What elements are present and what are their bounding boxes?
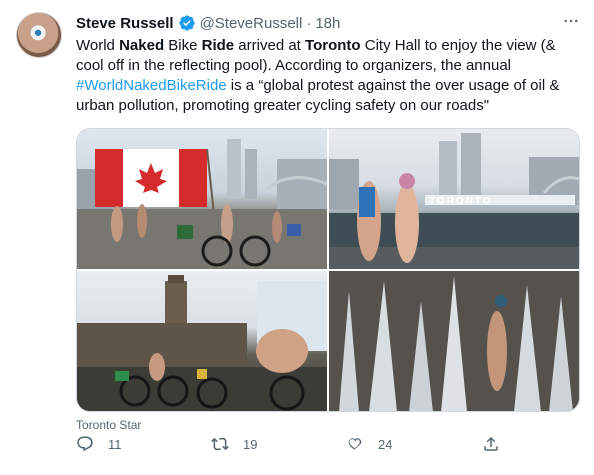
photo-1[interactable] — [77, 129, 327, 269]
separator-dot: · — [306, 14, 312, 32]
photo-1-art — [77, 139, 327, 269]
media-caption: Toronto Star — [76, 418, 142, 432]
share-icon — [484, 436, 498, 451]
media-grid: TORONTO — [76, 128, 580, 412]
avatar[interactable] — [16, 12, 62, 58]
retweet-button[interactable]: 19 — [211, 435, 257, 453]
photo-4-art — [329, 271, 579, 411]
timestamp[interactable]: 18h — [315, 15, 340, 32]
reply-icon — [77, 436, 93, 452]
reply-button[interactable]: 11 — [76, 435, 122, 453]
like-count: 24 — [378, 436, 393, 452]
retweet-icon — [211, 437, 229, 451]
tweet-text: World Naked Bike Ride arrived at Toronto… — [76, 37, 560, 114]
reply-count: 11 — [108, 436, 122, 452]
photo-4[interactable] — [329, 271, 579, 411]
tweet-header: Steve Russell @SteveRussell · 18h — [76, 12, 340, 34]
photo-3[interactable] — [77, 271, 327, 411]
photo-2[interactable]: TORONTO — [329, 129, 579, 269]
share-button[interactable] — [482, 435, 500, 453]
tweet[interactable]: Steve Russell @SteveRussell · 18h World … — [0, 0, 594, 475]
retweet-count: 19 — [243, 436, 258, 452]
more-icon[interactable] — [562, 12, 580, 32]
like-button[interactable]: 24 — [346, 435, 392, 453]
photo-2-art: TORONTO — [329, 133, 579, 269]
like-icon — [348, 438, 362, 450]
verified-badge-icon — [178, 14, 196, 32]
author-name[interactable]: Steve Russell — [76, 15, 174, 32]
toronto-sign: TORONTO — [429, 196, 493, 207]
author-handle[interactable]: @SteveRussell — [200, 15, 303, 32]
hashtag-link[interactable]: #WorldNakedBikeRide — [76, 77, 227, 94]
photo-3-art — [77, 275, 327, 411]
